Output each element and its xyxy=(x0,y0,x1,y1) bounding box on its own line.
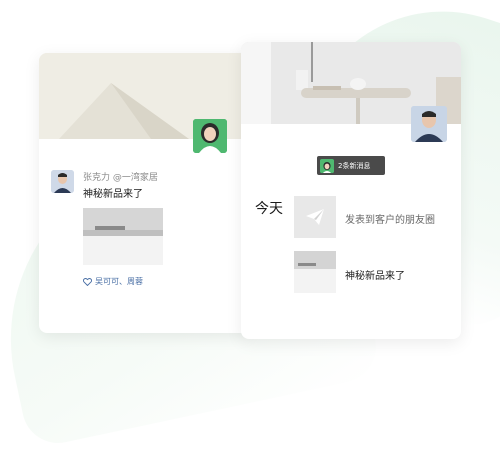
product-post-thumbnail[interactable] xyxy=(294,251,336,293)
post-image-robot-vacuum[interactable] xyxy=(83,208,163,265)
paper-plane-icon xyxy=(306,209,324,225)
new-messages-badge[interactable]: 2条新消息 xyxy=(317,156,385,175)
share-to-moments-text[interactable]: 发表到客户的朋友圈 xyxy=(345,211,435,226)
moments-feed-card xyxy=(241,42,461,339)
poster-avatar[interactable] xyxy=(51,170,74,193)
likes-names: 吴可可、周蓉 xyxy=(95,277,143,286)
message-sender-avatar xyxy=(320,158,334,173)
share-to-moments-tile[interactable] xyxy=(294,196,336,238)
moments-post-card xyxy=(39,53,250,333)
poster-name[interactable]: 张克力 @一湾家居 xyxy=(83,170,158,183)
date-label-today: 今天 xyxy=(255,201,283,217)
product-post-text[interactable]: 神秘新品来了 xyxy=(345,267,405,282)
heart-outline-icon xyxy=(83,277,92,286)
my-avatar[interactable] xyxy=(411,106,447,142)
new-messages-text: 2条新消息 xyxy=(338,161,371,170)
post-text: 神秘新品来了 xyxy=(83,189,143,200)
author-avatar-woman[interactable] xyxy=(193,119,227,153)
likes-row[interactable]: 吴可可、周蓉 xyxy=(83,276,143,287)
